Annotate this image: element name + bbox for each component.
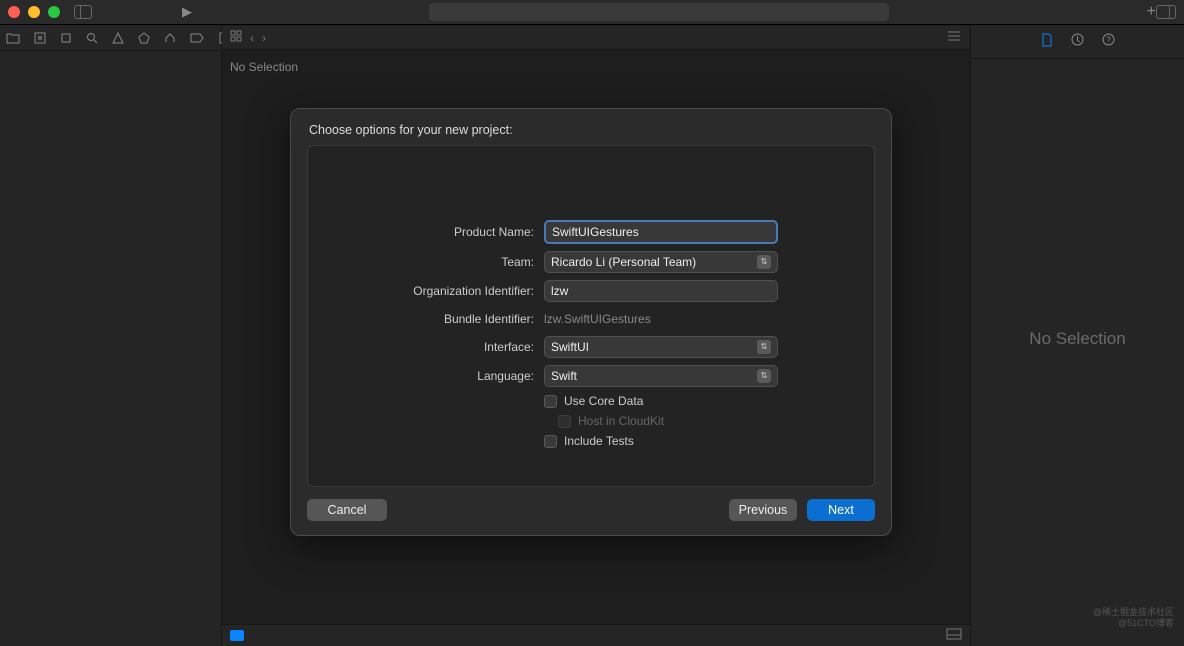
language-select[interactable]: Swift ⇅ (544, 365, 778, 387)
inspector-panel: ? No Selection (970, 25, 1184, 646)
breakpoint-icon[interactable] (190, 30, 204, 46)
interface-select[interactable]: SwiftUI ⇅ (544, 336, 778, 358)
watermark-line1: @稀土掘金技术社区 (1093, 607, 1174, 619)
debug-icon[interactable] (164, 30, 176, 46)
editor-bar: ‹ › (222, 26, 969, 50)
toggle-inspector-icon[interactable] (1156, 5, 1176, 19)
core-data-checkbox[interactable] (544, 395, 557, 408)
window-controls (8, 6, 60, 18)
chevron-updown-icon: ⇅ (757, 369, 771, 383)
cancel-button[interactable]: Cancel (307, 499, 387, 521)
navigator-toolbar (0, 25, 221, 51)
team-label: Team: (336, 255, 544, 269)
history-inspector-icon[interactable] (1071, 33, 1084, 50)
source-control-icon[interactable] (34, 30, 46, 46)
cloudkit-label: Host in CloudKit (578, 414, 664, 428)
back-icon[interactable]: ‹ (250, 31, 254, 45)
scheme-selector[interactable] (429, 3, 889, 21)
toggle-navigator-icon[interactable] (74, 5, 92, 19)
chevron-updown-icon: ⇅ (757, 340, 771, 354)
cloudkit-checkbox (558, 415, 571, 428)
navigator-panel (0, 25, 222, 646)
titlebar: ▶ + (0, 0, 1184, 25)
inspector-no-selection: No Selection (1029, 329, 1125, 349)
help-inspector-icon[interactable]: ? (1102, 33, 1115, 50)
next-button[interactable]: Next (807, 499, 875, 521)
dialog-form: Product Name: Team: Ricardo Li (Personal… (307, 145, 875, 487)
maximize-icon[interactable] (48, 6, 60, 18)
issue-icon[interactable] (112, 30, 124, 46)
svg-text:?: ? (1106, 36, 1111, 45)
debug-area-toggle-icon[interactable] (946, 628, 962, 643)
run-button[interactable]: ▶ (182, 4, 192, 20)
watermark-line2: @51CTO博客 (1093, 618, 1174, 630)
chevron-updown-icon: ⇅ (757, 255, 771, 269)
find-icon[interactable] (86, 30, 98, 46)
related-items-icon[interactable] (230, 30, 242, 45)
editor-no-selection: No Selection (230, 60, 298, 74)
interface-label: Interface: (336, 340, 544, 354)
editor-options-icon[interactable] (947, 30, 961, 45)
language-label: Language: (336, 369, 544, 383)
add-tab-button[interactable]: + (1147, 3, 1156, 21)
dialog-title: Choose options for your new project: (291, 109, 891, 145)
org-identifier-label: Organization Identifier: (336, 284, 544, 298)
language-value: Swift (551, 369, 577, 383)
scheme-area (192, 3, 1127, 21)
test-icon[interactable] (138, 30, 150, 46)
org-identifier-input[interactable] (544, 280, 778, 302)
symbol-navigator-icon[interactable] (60, 30, 72, 46)
previous-button[interactable]: Previous (729, 499, 797, 521)
forward-icon[interactable]: › (262, 31, 266, 45)
include-tests-label: Include Tests (564, 434, 634, 448)
interface-value: SwiftUI (551, 340, 589, 354)
team-value: Ricardo Li (Personal Team) (551, 255, 696, 269)
folder-icon[interactable] (6, 30, 20, 46)
product-name-label: Product Name: (336, 225, 544, 239)
file-inspector-icon[interactable] (1041, 33, 1053, 50)
minimize-icon[interactable] (28, 6, 40, 18)
team-select[interactable]: Ricardo Li (Personal Team) ⇅ (544, 251, 778, 273)
new-project-options-dialog: Choose options for your new project: Pro… (290, 108, 892, 536)
status-bar (222, 624, 970, 646)
core-data-label: Use Core Data (564, 394, 643, 408)
filter-icon[interactable] (230, 630, 244, 641)
bundle-identifier-label: Bundle Identifier: (336, 312, 544, 326)
product-name-input[interactable] (544, 220, 778, 244)
close-icon[interactable] (8, 6, 20, 18)
dialog-footer: Cancel Previous Next (291, 499, 891, 535)
watermark: @稀土掘金技术社区 @51CTO博客 (1093, 607, 1174, 630)
inspector-tabs: ? (971, 25, 1184, 59)
bundle-identifier-value: lzw.SwiftUIGestures (544, 309, 778, 329)
include-tests-checkbox[interactable] (544, 435, 557, 448)
